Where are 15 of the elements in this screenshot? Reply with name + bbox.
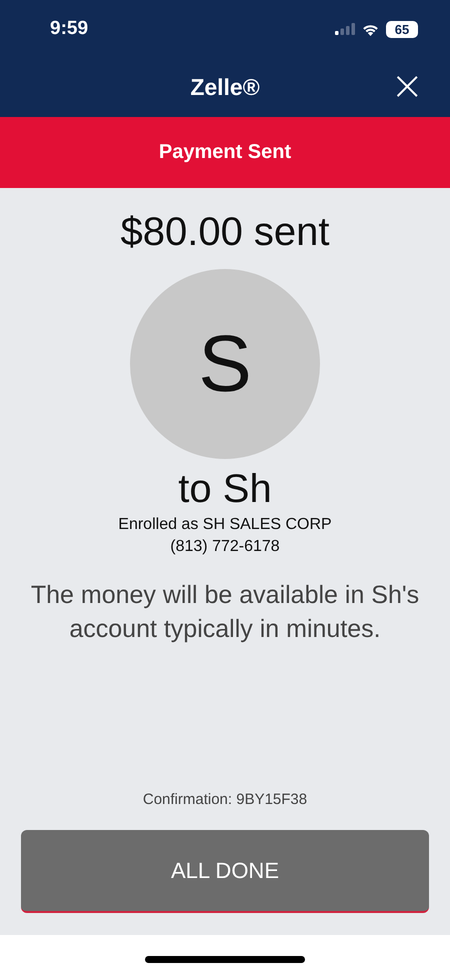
avatar-initial: S bbox=[198, 318, 252, 410]
all-done-button[interactable]: ALL DONE bbox=[21, 830, 429, 913]
battery-level: 65 bbox=[394, 22, 410, 36]
confirmation-text: Confirmation: 9BY15F38 bbox=[142, 791, 308, 808]
banner-text: Payment Sent bbox=[158, 141, 292, 164]
app-title: Zelle® bbox=[190, 74, 260, 101]
close-button[interactable]: × bbox=[386, 66, 428, 106]
signal-icon bbox=[335, 23, 355, 35]
status-time: 9:59 bbox=[50, 18, 88, 40]
info-message: The money will be available in Sh's account typically in minutes. bbox=[30, 580, 420, 645]
amount-text: $80.00 sent bbox=[120, 210, 330, 255]
enrolled-text: Enrolled as SH SALES CORP bbox=[118, 516, 332, 534]
recipient-name: to Sh bbox=[178, 467, 272, 512]
wifi-icon bbox=[362, 22, 379, 36]
phone-number: (813) 772-6178 bbox=[170, 538, 280, 556]
